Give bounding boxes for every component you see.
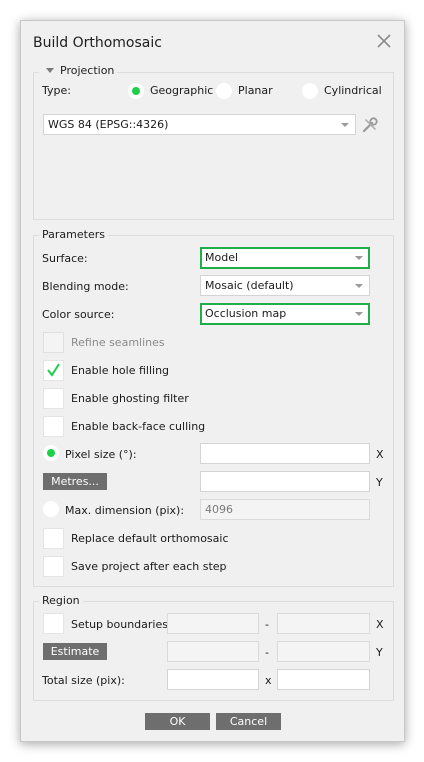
enable-hole-filling-checkbox[interactable] — [43, 360, 64, 381]
parameters-legend: Parameters — [39, 228, 108, 242]
radio-planar-label: Planar — [238, 84, 273, 97]
radio-max-dimension[interactable] — [43, 501, 59, 517]
save-project-checkbox[interactable] — [43, 556, 64, 577]
radio-selected-dot — [132, 87, 140, 95]
color-source-value: Occlusion map — [205, 307, 287, 320]
blending-mode-label: Blending mode: — [42, 280, 129, 293]
boundary-x-min-input[interactable] — [167, 613, 259, 634]
color-source-label: Color source: — [42, 308, 115, 321]
radio-cylindrical-label: Cylindrical — [324, 84, 382, 97]
checkmark-icon — [47, 363, 60, 377]
total-size-times-separator: x — [265, 674, 272, 687]
chevron-down-icon — [355, 284, 363, 288]
region-legend: Region — [39, 594, 83, 608]
enable-backface-culling-checkbox[interactable] — [43, 416, 64, 437]
crs-settings-icon[interactable] — [361, 116, 379, 134]
max-dimension-label: Max. dimension (pix): — [65, 504, 185, 517]
enable-ghosting-filter-checkbox[interactable] — [43, 388, 64, 409]
replace-default-orthomosaic-label: Replace default orthomosaic — [71, 532, 229, 545]
setup-boundaries-label: Setup boundaries: — [71, 618, 172, 631]
blending-mode-select[interactable]: Mosaic (default) — [200, 275, 370, 296]
max-dimension-value: 4096 — [205, 503, 233, 516]
radio-cylindrical[interactable] — [302, 83, 318, 99]
radio-planar[interactable] — [216, 83, 232, 99]
estimate-button[interactable]: Estimate — [43, 643, 107, 660]
surface-select[interactable]: Model — [200, 247, 370, 269]
pixel-size-label: Pixel size (°): — [65, 448, 137, 461]
pixel-size-x-axis-label: X — [376, 448, 384, 461]
save-project-label: Save project after each step — [71, 560, 227, 573]
color-source-select[interactable]: Occlusion map — [200, 303, 370, 325]
boundary-y-max-input[interactable] — [277, 641, 370, 662]
blending-mode-value: Mosaic (default) — [205, 279, 294, 292]
enable-ghosting-filter-label: Enable ghosting filter — [71, 392, 189, 405]
total-size-x-input[interactable] — [167, 669, 259, 690]
dialog-title: Build Orthomosaic — [33, 35, 162, 51]
pixel-size-y-input[interactable] — [200, 471, 370, 492]
refine-seamlines-label: Refine seamlines — [71, 336, 165, 349]
setup-boundaries-checkbox[interactable] — [43, 613, 64, 634]
boundary-y-min-input[interactable] — [167, 641, 259, 662]
refine-seamlines-checkbox[interactable] — [43, 332, 64, 353]
radio-geographic-label: Geographic — [150, 84, 214, 97]
radio-selected-dot — [47, 449, 55, 457]
x-range-separator: - — [265, 618, 269, 631]
boundary-x-max-input[interactable] — [277, 613, 370, 634]
projection-collapse-icon[interactable] — [46, 68, 54, 73]
chevron-down-icon — [355, 256, 363, 260]
total-size-y-input[interactable] — [277, 669, 370, 690]
metres-button[interactable]: Metres... — [43, 473, 107, 490]
chevron-down-icon — [355, 312, 363, 316]
enable-hole-filling-label: Enable hole filling — [71, 364, 170, 377]
build-orthomosaic-dialog: Build Orthomosaic Projection Type: Geogr… — [20, 20, 405, 742]
ok-button[interactable]: OK — [145, 713, 210, 730]
radio-pixel-size[interactable] — [43, 445, 59, 461]
crs-value: WGS 84 (EPSG::4326) — [48, 118, 169, 131]
close-icon[interactable] — [376, 33, 392, 49]
radio-geographic[interactable] — [128, 83, 144, 99]
cancel-button[interactable]: Cancel — [216, 713, 281, 730]
surface-value: Model — [205, 251, 239, 264]
boundary-y-label: Y — [376, 646, 383, 659]
y-range-separator: - — [265, 646, 269, 659]
projection-legend: Projection — [39, 64, 118, 78]
total-size-label: Total size (pix): — [42, 674, 125, 687]
type-label: Type: — [42, 84, 71, 97]
replace-default-orthomosaic-checkbox[interactable] — [43, 528, 64, 549]
projection-legend-label: Projection — [60, 64, 115, 77]
pixel-size-y-axis-label: Y — [376, 476, 383, 489]
boundary-x-label: X — [376, 618, 384, 631]
chevron-down-icon — [341, 123, 349, 127]
max-dimension-input[interactable]: 4096 — [200, 499, 370, 520]
crs-select[interactable]: WGS 84 (EPSG::4326) — [43, 114, 356, 135]
surface-label: Surface: — [42, 252, 88, 265]
pixel-size-x-input[interactable] — [200, 443, 370, 464]
enable-backface-culling-label: Enable back-face culling — [71, 420, 206, 433]
